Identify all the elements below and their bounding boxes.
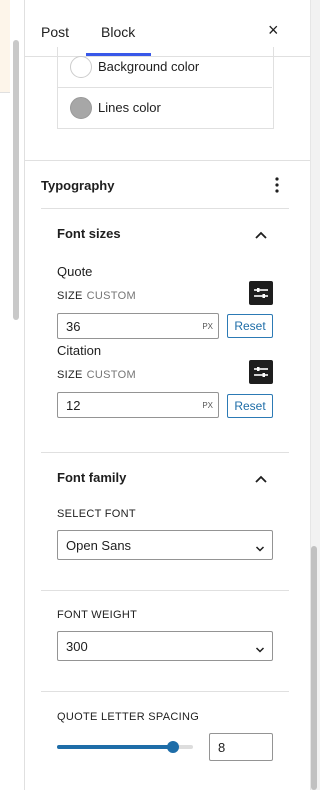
section-divider xyxy=(25,160,310,161)
background-color-option[interactable]: Background color xyxy=(57,47,272,87)
letter-spacing-divider xyxy=(41,691,289,692)
letter-spacing-input[interactable]: 8 xyxy=(209,733,273,761)
chevron-down-icon xyxy=(255,540,265,558)
quote-size-value: 36 xyxy=(66,319,81,334)
sidebar-scrollbar-thumb[interactable] xyxy=(311,546,317,790)
quote-size-label: Quote xyxy=(57,264,93,279)
background-color-swatch xyxy=(70,56,92,78)
close-icon[interactable]: × xyxy=(268,20,279,40)
size-label: SIZE xyxy=(57,369,83,381)
font-family-value: Open Sans xyxy=(66,538,132,553)
font-weight-divider xyxy=(41,590,289,591)
more-options-icon[interactable] xyxy=(270,176,284,196)
lines-color-swatch xyxy=(70,97,92,119)
citation-size-value: 12 xyxy=(66,398,81,413)
sliders-icon xyxy=(254,288,268,298)
custom-size-toggle-button[interactable] xyxy=(249,281,273,305)
size-mode: CUSTOM xyxy=(86,369,136,381)
font-family-select[interactable]: Open Sans xyxy=(57,530,273,560)
typography-title: Typography xyxy=(41,178,115,193)
chevron-up-icon[interactable] xyxy=(254,227,268,245)
citation-size-input[interactable]: 12 PX xyxy=(57,392,219,418)
typography-divider xyxy=(41,208,289,209)
font-weight-label: FONT WEIGHT xyxy=(57,609,138,621)
background-color-label: Background color xyxy=(98,59,200,74)
chevron-up-icon[interactable] xyxy=(254,471,268,489)
letter-spacing-value: 8 xyxy=(218,740,226,755)
lines-color-option[interactable]: Lines color xyxy=(57,88,272,128)
quote-size-input[interactable]: 36 PX xyxy=(57,313,219,339)
unit-label: PX xyxy=(202,401,213,410)
editor-canvas-highlight xyxy=(0,0,10,93)
editor-scrollbar-thumb[interactable] xyxy=(13,40,19,320)
letter-spacing-label: QUOTE LETTER SPACING xyxy=(57,711,200,723)
slider-thumb[interactable] xyxy=(166,741,179,753)
quote-size-caption: SIZE CUSTOM xyxy=(57,290,136,302)
font-family-title: Font family xyxy=(57,470,127,485)
sliders-icon xyxy=(254,367,268,377)
lines-color-label: Lines color xyxy=(98,100,161,115)
citation-reset-button[interactable]: Reset xyxy=(227,394,273,418)
font-family-divider xyxy=(41,452,289,453)
chevron-down-icon xyxy=(255,641,265,659)
select-font-label: SELECT FONT xyxy=(57,508,136,520)
size-mode: CUSTOM xyxy=(86,290,136,302)
font-weight-value: 300 xyxy=(66,639,88,654)
citation-size-label: Citation xyxy=(57,343,102,358)
font-weight-select[interactable]: 300 xyxy=(57,631,273,661)
citation-size-caption: SIZE CUSTOM xyxy=(57,369,136,381)
unit-label: PX xyxy=(202,322,213,331)
quote-reset-button[interactable]: Reset xyxy=(227,314,273,338)
custom-size-toggle-button[interactable] xyxy=(249,360,273,384)
font-sizes-title: Font sizes xyxy=(57,226,121,241)
size-label: SIZE xyxy=(57,290,83,302)
slider-fill xyxy=(57,745,173,749)
